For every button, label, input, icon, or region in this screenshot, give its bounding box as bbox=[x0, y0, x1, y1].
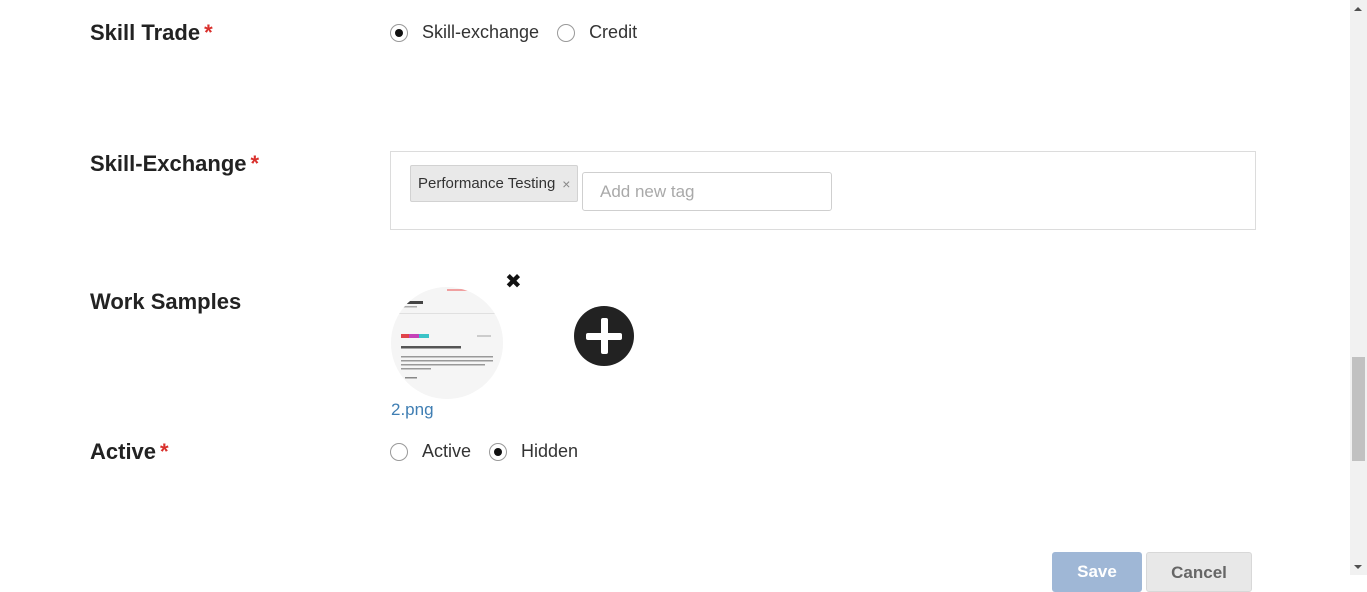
work-sample-preview-image bbox=[391, 287, 503, 399]
scroll-down-arrow-icon[interactable] bbox=[1350, 558, 1367, 575]
cancel-button[interactable]: Cancel bbox=[1146, 552, 1252, 592]
required-marker: * bbox=[250, 151, 260, 176]
skill-exchange-label: Skill-Exchange * bbox=[90, 151, 259, 177]
work-sample-thumbnail[interactable] bbox=[391, 287, 503, 399]
credit-radio[interactable] bbox=[557, 23, 576, 42]
credit-radio-label[interactable]: Credit bbox=[589, 22, 637, 43]
save-button[interactable]: Save bbox=[1052, 552, 1142, 592]
tag-chip-label: Performance Testing bbox=[418, 175, 556, 192]
tag-input-container[interactable]: Performance Testing × bbox=[390, 151, 1256, 230]
active-label: Active * bbox=[90, 439, 169, 465]
active-label-text: Active bbox=[90, 439, 157, 464]
add-tag-input[interactable] bbox=[582, 172, 832, 211]
work-sample-file-link[interactable]: 2.png bbox=[391, 400, 434, 420]
required-marker: * bbox=[160, 439, 169, 464]
scroll-up-arrow-icon[interactable] bbox=[1350, 0, 1367, 17]
scrollbar-thumb[interactable] bbox=[1352, 357, 1365, 461]
plus-circle-icon[interactable] bbox=[574, 306, 634, 366]
skill-exchange-label-text: Skill-Exchange bbox=[90, 151, 247, 176]
skill-exchange-radio[interactable] bbox=[390, 23, 408, 42]
close-icon[interactable]: ✖ bbox=[505, 270, 522, 294]
skill-trade-label-text: Skill Trade bbox=[90, 20, 201, 45]
tag-chip: Performance Testing × bbox=[410, 165, 579, 202]
skill-trade-radio-group: Skill-exchange Credit bbox=[390, 22, 655, 43]
hidden-radio[interactable] bbox=[489, 442, 508, 461]
work-samples-label: Work Samples bbox=[90, 289, 242, 314]
active-radio-label[interactable]: Active bbox=[422, 441, 471, 462]
tag-remove-icon[interactable]: × bbox=[562, 176, 570, 192]
page-scrollbar[interactable] bbox=[1350, 0, 1367, 575]
active-radio-group: Active Hidden bbox=[390, 441, 596, 462]
hidden-radio-label[interactable]: Hidden bbox=[521, 441, 578, 462]
skill-trade-label: Skill Trade * bbox=[90, 20, 213, 46]
required-marker: * bbox=[204, 20, 213, 45]
active-radio[interactable] bbox=[390, 442, 408, 461]
skill-exchange-radio-label[interactable]: Skill-exchange bbox=[422, 22, 539, 43]
